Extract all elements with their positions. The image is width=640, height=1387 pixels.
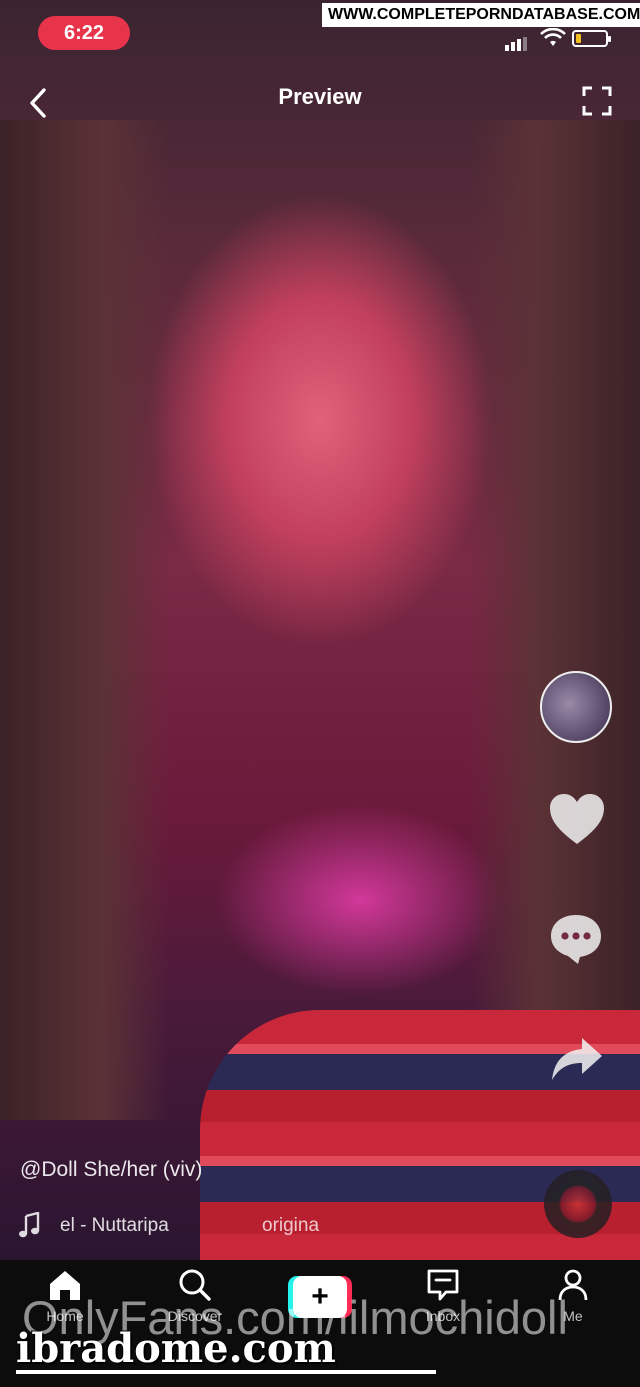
wifi-icon [540, 28, 566, 46]
music-note-icon [19, 1212, 40, 1238]
comment-icon[interactable] [548, 912, 604, 966]
status-time: 6:22 [38, 16, 130, 50]
video-content [470, 120, 640, 1120]
watermark-underline [16, 1370, 436, 1374]
music-disc[interactable] [544, 1170, 612, 1238]
video-username[interactable]: @Doll She/her (viv) [20, 1158, 202, 1182]
share-icon[interactable] [550, 1036, 604, 1082]
heart-icon[interactable] [548, 792, 606, 846]
signal-icon [505, 33, 529, 51]
creator-avatar[interactable] [540, 671, 612, 743]
page-title: Preview [278, 84, 362, 109]
chevron-left-icon[interactable] [24, 86, 54, 120]
music-original-sound[interactable]: origina [262, 1215, 328, 1237]
watermark-site: ibradome.com [16, 1325, 336, 1372]
battery-icon [572, 30, 611, 47]
music-title[interactable]: el - Nuttaripa [60, 1215, 169, 1237]
video-content [0, 120, 170, 1120]
fullscreen-icon[interactable] [582, 86, 612, 116]
watermark-top: WWW.COMPLETEPORNDATABASE.COM [322, 3, 640, 27]
